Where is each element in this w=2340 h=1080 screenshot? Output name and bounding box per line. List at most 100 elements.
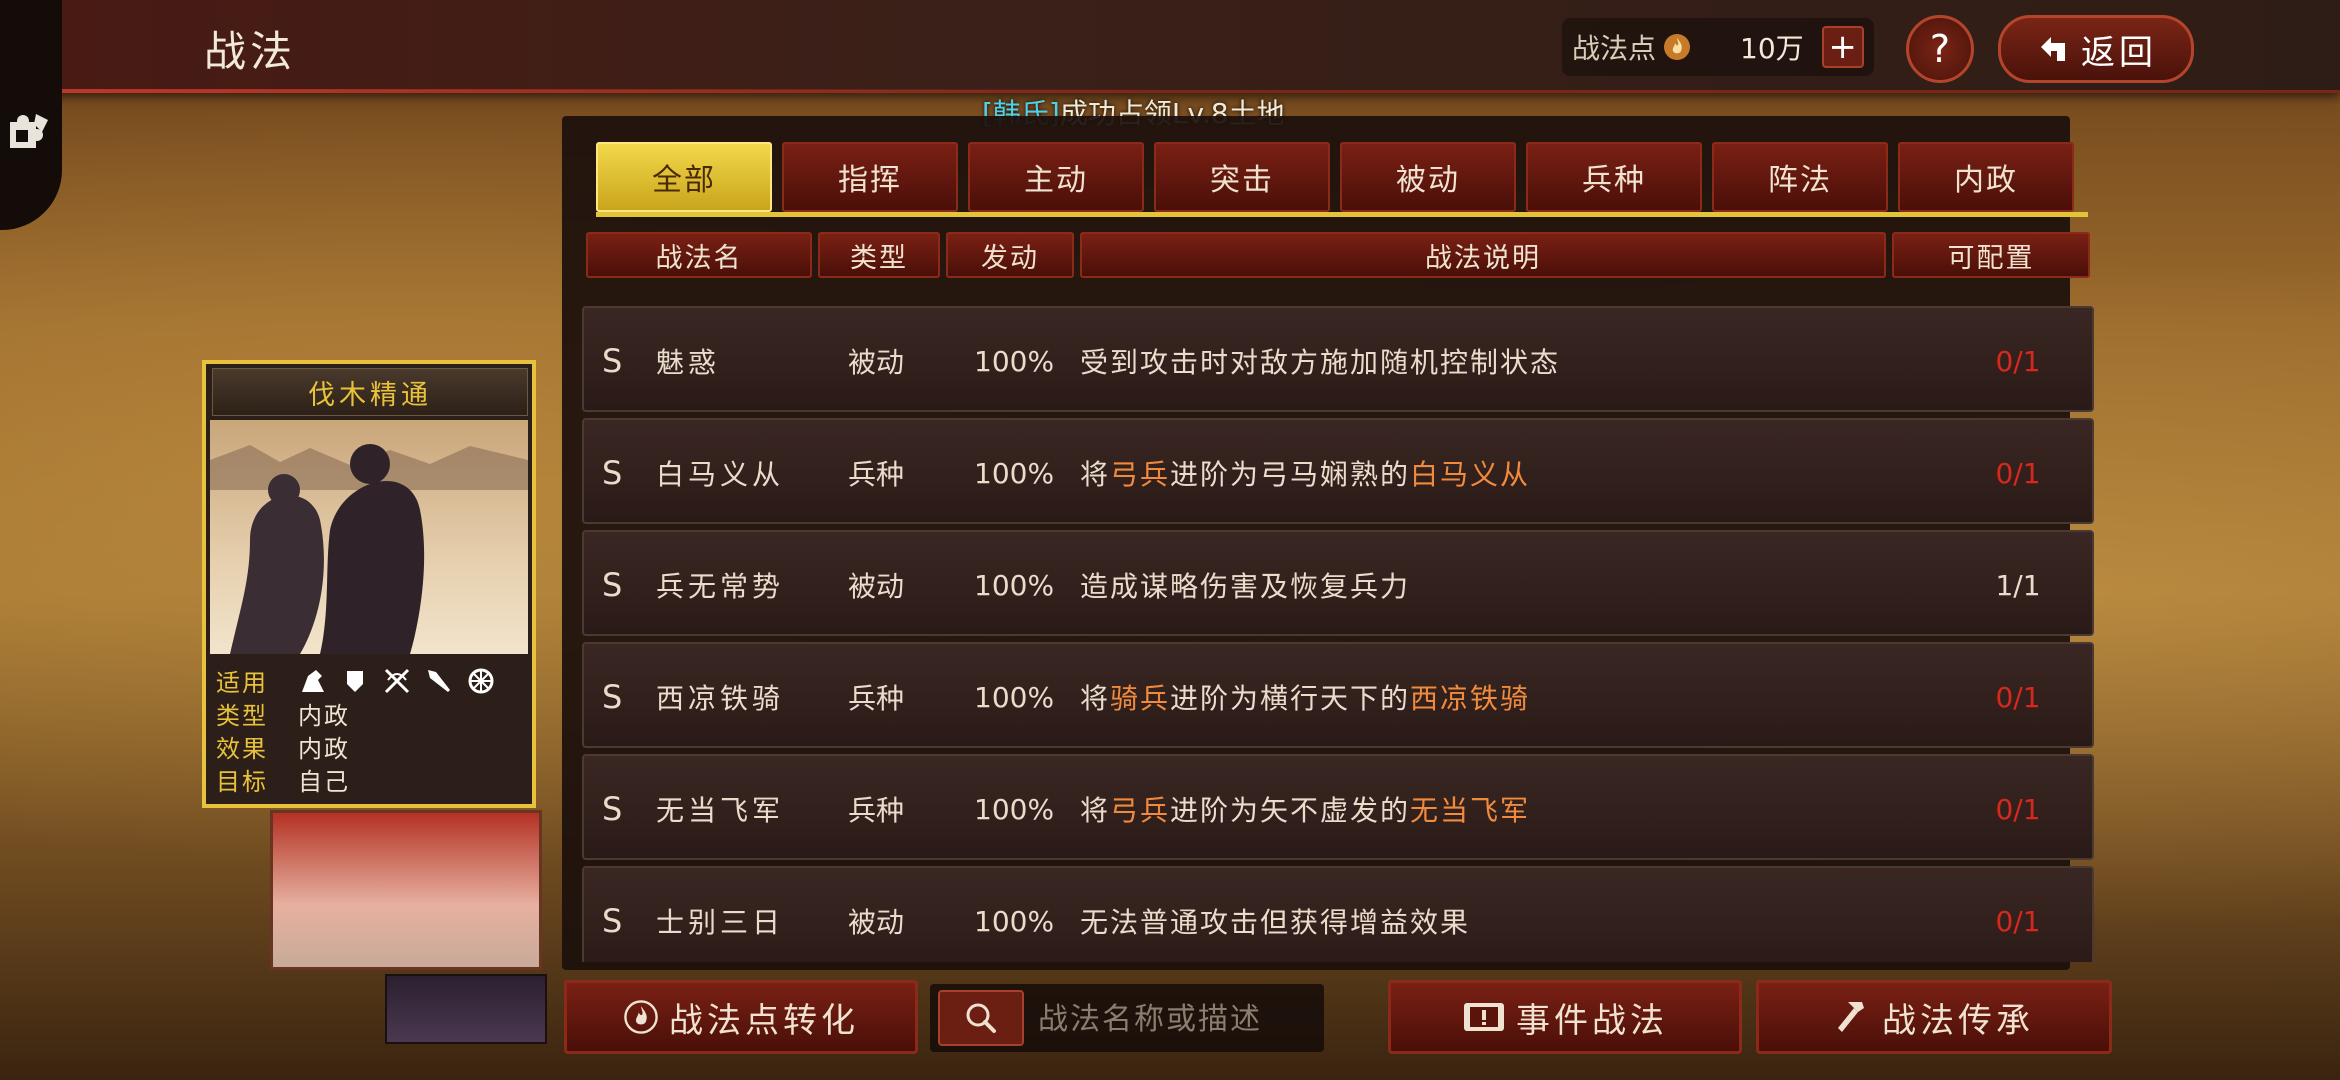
table-row[interactable]: S 白马义从 兵种 100% 将弓兵 进阶为弓马娴熟的 白马义从 0/1	[582, 418, 2094, 524]
column-header-type[interactable]: 类型	[818, 232, 940, 278]
event-tactics-button[interactable]: 事件战法	[1388, 980, 1742, 1054]
tactic-name: 白马义从	[656, 458, 785, 491]
type-label: 类型	[216, 702, 268, 730]
hammer-icon	[1838, 1002, 1864, 1032]
tab-troop[interactable]: 兵种	[1526, 142, 1702, 212]
target-value: 自己	[298, 768, 350, 796]
convert-points-button[interactable]: 战法点转化	[564, 980, 918, 1054]
shield-icon	[347, 670, 363, 692]
category-tabs: 全部 指挥 主动 突击 被动 兵种 阵法 内政	[596, 142, 2074, 212]
highlight: 白马义从	[1410, 458, 1531, 491]
tactic-description: 受到攻击时对敌方施加随机控制状态	[1080, 346, 1561, 379]
config-count: 0/1	[1995, 456, 2041, 490]
trigger-rate: 100%	[974, 456, 1055, 490]
grade: S	[602, 454, 623, 492]
tactic-type: 被动	[848, 906, 905, 939]
search-button[interactable]	[938, 990, 1024, 1046]
highlight: 无当飞军	[1410, 794, 1531, 827]
config-count: 0/1	[1995, 344, 2041, 378]
tactic-type: 兵种	[848, 458, 905, 491]
back-arrow-icon	[2041, 37, 2065, 61]
highlight: 弓兵	[1110, 458, 1171, 491]
tab-internal[interactable]: 内政	[1898, 142, 2074, 212]
card-artwork	[210, 420, 528, 654]
stacked-card-art[interactable]	[385, 974, 547, 1044]
table-row[interactable]: S 西凉铁骑 兵种 100% 将骑兵 进阶为横行天下的 西凉铁骑 0/1	[582, 642, 2094, 748]
tactic-inherit-label: 战法传承	[1882, 1000, 2034, 1041]
help-button[interactable]: ?	[1906, 15, 1974, 83]
tactic-inherit-button[interactable]: 战法传承	[1756, 980, 2112, 1054]
apply-label: 适用	[216, 669, 268, 697]
tactic-type: 兵种	[848, 682, 905, 715]
card-info: 适用 类型 内政 效果 内政 目标 自己	[216, 664, 526, 796]
table-row[interactable]: S 兵无常势 被动 100% 造成谋略伤害及恢复兵力 1/1	[582, 530, 2094, 636]
effect-label: 效果	[216, 735, 268, 763]
page-title: 战法	[204, 27, 297, 76]
tab-formation[interactable]: 阵法	[1712, 142, 1888, 212]
grade: S	[602, 902, 623, 940]
tab-underline	[596, 212, 2088, 217]
puzzle-icon[interactable]	[6, 110, 52, 156]
grade: S	[602, 678, 623, 716]
tactic-description: 无法普通攻击但获得增益效果	[1080, 906, 1471, 939]
grade: S	[602, 790, 623, 828]
trigger-rate: 100%	[974, 904, 1055, 938]
tab-assault[interactable]: 突击	[1154, 142, 1330, 212]
grade: S	[602, 566, 623, 604]
tab-command[interactable]: 指挥	[782, 142, 958, 212]
search-icon	[966, 1003, 996, 1033]
table-row[interactable]: S 士别三日 被动 100% 无法普通攻击但获得增益效果 0/1	[582, 866, 2094, 962]
tactic-description: 将骑兵 进阶为横行天下的 西凉铁骑	[1080, 644, 1530, 750]
scroll-icon	[1464, 1003, 1504, 1031]
highlight: 西凉铁骑	[1410, 682, 1531, 715]
unit-icons	[298, 666, 496, 696]
column-header-description: 战法说明	[1080, 232, 1886, 278]
flame-icon	[1664, 34, 1691, 60]
table-row[interactable]: S 魅惑 被动 100% 受到攻击时对敌方施加随机控制状态 0/1	[582, 306, 2094, 412]
column-header-name[interactable]: 战法名	[586, 232, 812, 278]
tab-all[interactable]: 全部	[596, 142, 772, 212]
event-tactics-label: 事件战法	[1516, 1000, 1668, 1041]
tab-passive[interactable]: 被动	[1340, 142, 1516, 212]
tactic-type: 被动	[848, 346, 905, 379]
trigger-rate: 100%	[974, 680, 1055, 714]
cavalry-icon	[302, 669, 324, 692]
search-bar	[930, 984, 1324, 1052]
grade: S	[602, 342, 623, 380]
card-title: 伐木精通	[212, 368, 528, 416]
points-label: 战法点	[1572, 32, 1657, 65]
tactic-name: 无当飞军	[656, 794, 785, 827]
points-value: 10万	[1740, 32, 1804, 65]
spear-icon	[428, 669, 450, 692]
top-bar: 战法 战法点 10万 + ? 返回	[0, 0, 2340, 93]
tactic-points-display: 战法点 10万 +	[1562, 18, 1874, 76]
tab-active[interactable]: 主动	[968, 142, 1144, 212]
target-label: 目标	[216, 768, 268, 796]
tactic-type: 兵种	[848, 794, 905, 827]
config-count: 0/1	[1995, 904, 2041, 938]
tactic-name: 西凉铁骑	[656, 682, 785, 715]
add-points-button[interactable]: +	[1821, 26, 1864, 68]
trigger-rate: 100%	[974, 792, 1055, 826]
column-header-trigger[interactable]: 发动	[946, 232, 1074, 278]
column-header-config[interactable]: 可配置	[1892, 232, 2090, 278]
tactic-description: 将弓兵 进阶为矢不虚发的 无当飞军	[1080, 756, 1530, 862]
trigger-rate: 100%	[974, 568, 1055, 602]
tactic-name: 魅惑	[656, 346, 721, 379]
tactic-description: 造成谋略伤害及恢复兵力	[1080, 570, 1411, 603]
config-count: 0/1	[1995, 680, 2041, 714]
effect-value: 内政	[298, 735, 350, 763]
flame-icon	[624, 1000, 658, 1034]
tactic-name: 兵无常势	[656, 570, 785, 603]
tactic-name: 士别三日	[656, 906, 785, 939]
back-button-label: 返回	[2081, 32, 2157, 73]
search-input[interactable]	[1036, 992, 1320, 1046]
back-button[interactable]: 返回	[1998, 15, 2194, 83]
crossbow-icon	[384, 668, 410, 693]
tactic-detail-card[interactable]: 伐木精通 适用 类型 内政 效果 内政 目标 自己	[202, 360, 536, 808]
stacked-card-art[interactable]	[270, 810, 542, 970]
config-count: 0/1	[1995, 792, 2041, 826]
tactics-list[interactable]: S 魅惑 被动 100% 受到攻击时对敌方施加随机控制状态 0/1 S 白马义从…	[582, 300, 2094, 962]
trigger-rate: 100%	[974, 344, 1055, 378]
table-row[interactable]: S 无当飞军 兵种 100% 将弓兵 进阶为矢不虚发的 无当飞军 0/1	[582, 754, 2094, 860]
